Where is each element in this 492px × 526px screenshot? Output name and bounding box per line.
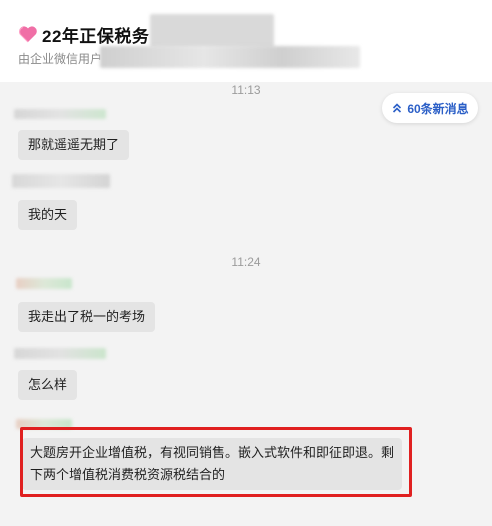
- message-bubble[interactable]: 怎么样: [18, 370, 78, 400]
- double-chevron-up-icon: [393, 103, 402, 113]
- message-bubble[interactable]: 那就遥遥无期了: [18, 130, 130, 160]
- new-messages-button[interactable]: 60条新消息: [382, 93, 478, 123]
- message-list[interactable]: 11:13 60条新消息 那就遥遥无期了 我的天 11:24 我走出了税一的考场…: [0, 82, 492, 526]
- chat-header: 22年正保税务 由企业微信用户: [0, 0, 492, 82]
- redacted-sender-name: [14, 348, 106, 359]
- message-bubble[interactable]: 我走出了税一的考场: [18, 302, 156, 332]
- chat-title-row: 22年正保税务: [18, 22, 149, 46]
- redacted-title-area: [150, 14, 274, 48]
- message-bubble[interactable]: 我的天: [18, 200, 78, 230]
- chat-title: 22年正保税务: [42, 26, 150, 46]
- heart-icon: [19, 26, 37, 43]
- redacted-sender-name: [12, 174, 110, 188]
- highlight-box: [20, 427, 412, 497]
- new-messages-label: 60条新消息: [407, 101, 469, 116]
- redacted-subtitle-area: [100, 46, 360, 68]
- redacted-sender-name: [16, 278, 72, 289]
- chat-subtitle: 由企业微信用户: [18, 52, 103, 66]
- redacted-sender-name: [14, 109, 106, 119]
- timestamp: 11:24: [231, 255, 261, 269]
